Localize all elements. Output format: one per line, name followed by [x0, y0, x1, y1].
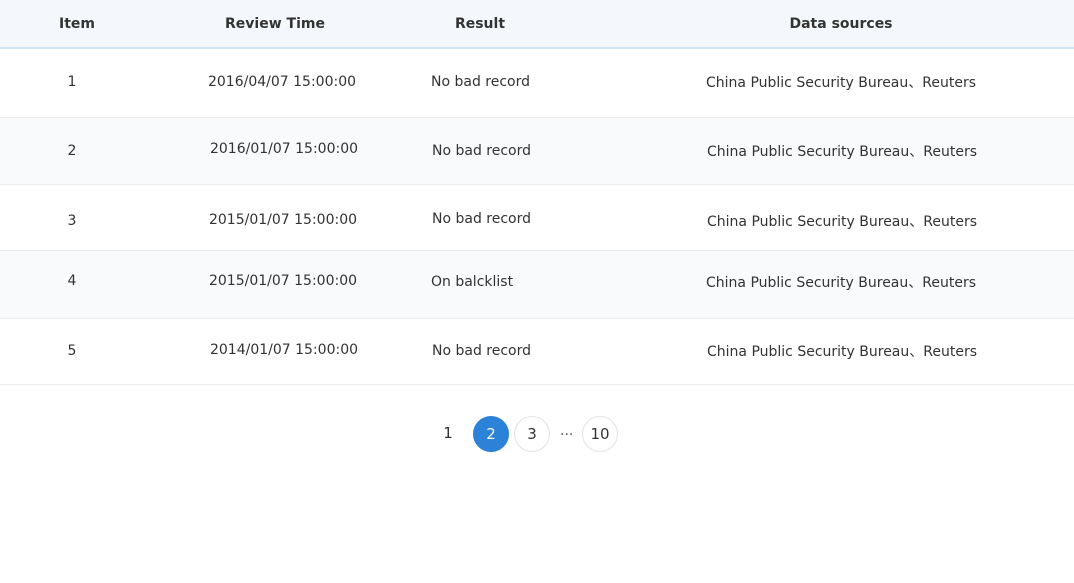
cell-item: 1 — [67, 74, 77, 90]
column-header-result: Result — [454, 16, 506, 32]
cell-result: No bad record — [432, 211, 532, 227]
review-table: Item Review Time Result Data sources 1 2… — [0, 0, 1074, 385]
table-row: 1 2016/04/07 15:00:00 No bad record Chin… — [0, 49, 1074, 118]
cell-data-source: China Public Security Bureau、Reuters — [707, 344, 977, 360]
page-button-3[interactable]: 3 — [514, 416, 550, 452]
cell-data-source: China Public Security Bureau、Reuters — [707, 214, 977, 230]
page-button-10[interactable]: 10 — [582, 416, 618, 452]
table-row: 3 2015/01/07 15:00:00 No bad record Chin… — [0, 185, 1074, 251]
cell-data-source: China Public Security Bureau、Reuters — [706, 275, 976, 291]
page-button-2-current[interactable]: 2 — [473, 416, 509, 452]
column-header-data-sources: Data sources — [789, 16, 893, 32]
column-header-item: Item — [59, 16, 95, 32]
cell-data-source: China Public Security Bureau、Reuters — [706, 75, 976, 91]
cell-item: 4 — [67, 273, 77, 289]
page-button-1[interactable]: 1 — [430, 416, 466, 452]
table-row: 5 2014/01/07 15:00:00 No bad record Chin… — [0, 319, 1074, 385]
column-header-review-time: Review Time — [225, 16, 325, 32]
cell-item: 2 — [67, 143, 77, 159]
cell-item: 3 — [67, 213, 77, 229]
cell-item: 5 — [67, 343, 77, 359]
cell-review-time: 2016/01/07 15:00:00 — [209, 141, 359, 157]
table-row: 4 2015/01/07 15:00:00 On balcklist China… — [0, 251, 1074, 319]
cell-review-time: 2015/01/07 15:00:00 — [208, 273, 358, 289]
cell-result: No bad record — [431, 74, 531, 90]
cell-review-time: 2016/04/07 15:00:00 — [207, 74, 357, 90]
cell-result: On balcklist — [431, 274, 514, 290]
table-header: Item Review Time Result Data sources — [0, 0, 1074, 49]
cell-result: No bad record — [432, 343, 532, 359]
cell-data-source: China Public Security Bureau、Reuters — [707, 144, 977, 160]
cell-review-time: 2015/01/07 15:00:00 — [208, 212, 358, 228]
pagination-ellipsis: ... — [560, 423, 574, 439]
cell-review-time: 2014/01/07 15:00:00 — [209, 342, 359, 358]
table-row: 2 2016/01/07 15:00:00 No bad record Chin… — [0, 118, 1074, 185]
cell-result: No bad record — [432, 143, 532, 159]
